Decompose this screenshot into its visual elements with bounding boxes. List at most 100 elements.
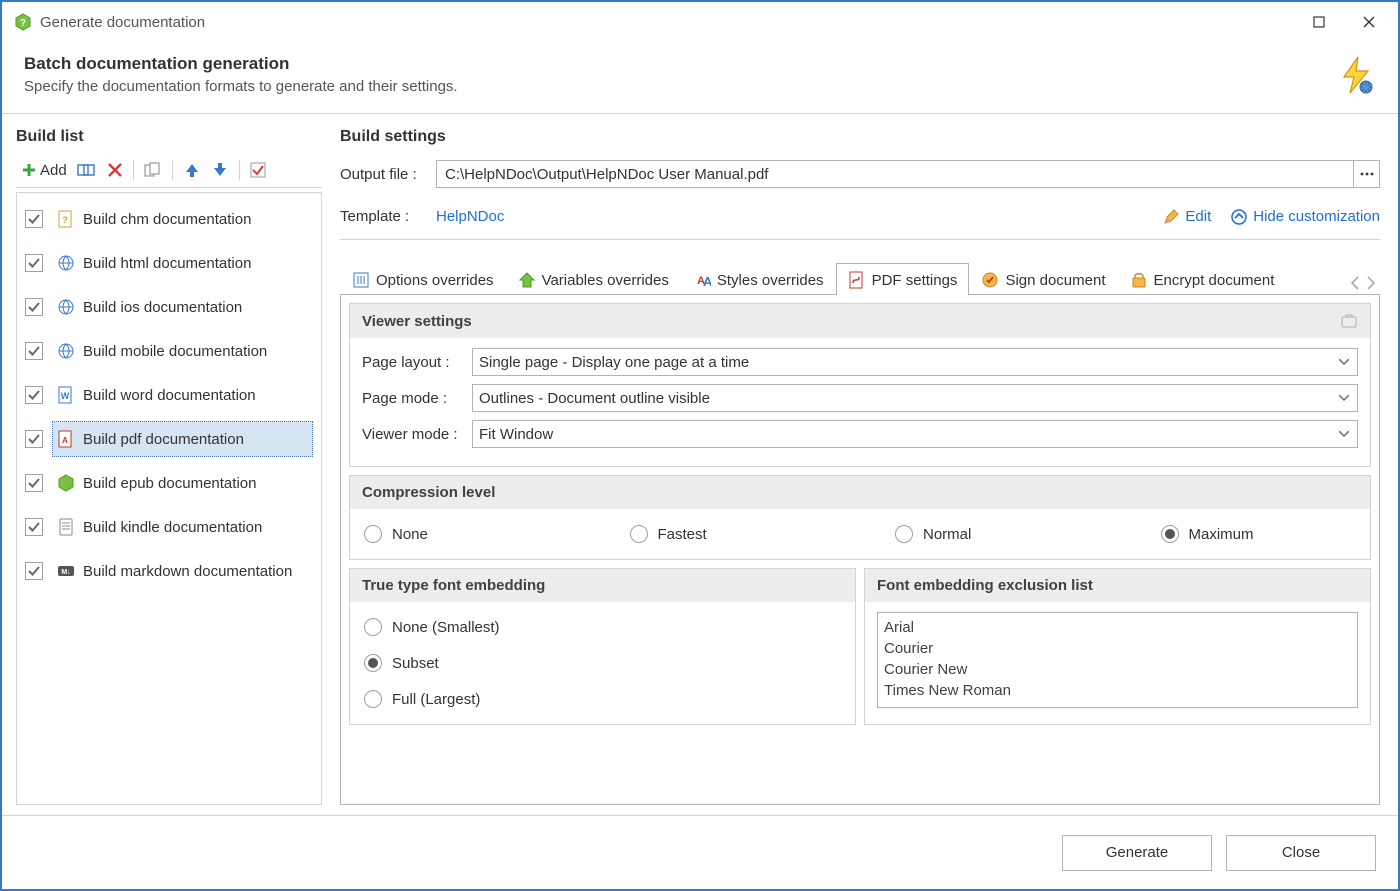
compression-radio-maximum[interactable]: Maximum [1161, 525, 1357, 543]
ios-icon [57, 298, 75, 316]
move-up-button[interactable] [180, 159, 204, 181]
font-exclusion-item[interactable]: Courier New [884, 659, 1351, 680]
build-list-row[interactable]: ABuild pdf documentation [17, 417, 321, 461]
compression-radios: None Fastest Normal Maximum [362, 519, 1358, 549]
build-checkbox[interactable] [25, 562, 43, 580]
chm-icon: ? [57, 210, 75, 228]
build-checkbox[interactable] [25, 210, 43, 228]
edit-label: Edit [1185, 208, 1211, 225]
build-list-row[interactable]: Build kindle documentation [17, 505, 321, 549]
md-icon: M↓ [57, 562, 75, 580]
tab-icon [518, 271, 536, 289]
font-exclusion-item[interactable]: Times New Roman [884, 680, 1351, 701]
build-list[interactable]: ?Build chm documentationBuild html docum… [16, 192, 322, 805]
settings-tabs: Options overrides Variables overridesAASt… [340, 262, 1380, 295]
viewer-setting-row: Page mode :Outlines - Document outline v… [362, 384, 1358, 412]
mobile-icon [57, 342, 75, 360]
tab-encrypt-document[interactable]: Encrypt document [1118, 263, 1287, 295]
font-exclusion-item[interactable]: Courier [884, 638, 1351, 659]
compression-radio-fastest[interactable]: Fastest [630, 525, 826, 543]
build-list-row[interactable]: Build mobile documentation [17, 329, 321, 373]
radio-label: None [392, 526, 428, 543]
build-list-label: Build markdown documentation [83, 563, 292, 580]
radio-label: Fastest [658, 526, 707, 543]
svg-text:M↓: M↓ [61, 569, 70, 576]
build-checkbox[interactable] [25, 386, 43, 404]
epub-icon [57, 474, 75, 492]
radio-icon [364, 618, 382, 636]
generate-button[interactable]: Generate [1062, 835, 1212, 871]
hide-customization-button[interactable]: Hide customization [1231, 208, 1380, 225]
tab-label: Options overrides [376, 272, 494, 289]
build-list-row[interactable]: Build html documentation [17, 241, 321, 285]
font-exclusion-group: Font embedding exclusion list ArialCouri… [864, 568, 1371, 725]
output-file-browse-button[interactable] [1354, 160, 1380, 188]
close-window-button[interactable] [1344, 2, 1394, 42]
toolbar-separator [133, 160, 134, 180]
viewer-setting-select[interactable]: Single page - Display one page at a time [472, 348, 1358, 376]
build-list-label: Build ios documentation [83, 299, 242, 316]
font-embed-radio[interactable]: Subset [364, 654, 841, 672]
font-embed-radio[interactable]: Full (Largest) [364, 690, 841, 708]
compression-radio-normal[interactable]: Normal [895, 525, 1091, 543]
template-link[interactable]: HelpNDoc [436, 208, 504, 225]
output-file-row: Output file : [340, 160, 1380, 188]
svg-text:W: W [61, 391, 70, 401]
check-all-button[interactable] [247, 160, 269, 180]
settings-panel-body: Viewer settings Page layout :Single page… [340, 295, 1380, 805]
tab-scroll-right[interactable] [1366, 276, 1376, 290]
kindle-icon [57, 518, 75, 536]
tab-sign-document[interactable]: Sign document [969, 263, 1117, 295]
build-checkbox[interactable] [25, 342, 43, 360]
add-label: Add [40, 162, 67, 179]
tab-variables-overrides[interactable]: Variables overrides [506, 263, 681, 295]
tab-label: Styles overrides [717, 272, 824, 289]
compression-group: Compression level NoneFastestNormalMaxim… [349, 475, 1371, 560]
build-checkbox[interactable] [25, 474, 43, 492]
tab-pdf-settings[interactable]: PDF settings [836, 263, 970, 295]
font-exclusion-item[interactable]: Arial [884, 617, 1351, 638]
build-list-row[interactable]: ?Build chm documentation [17, 197, 321, 241]
output-file-input[interactable] [436, 160, 1354, 188]
dialog-footer: Generate Close [2, 815, 1398, 889]
build-list-row[interactable]: Build epub documentation [17, 461, 321, 505]
compression-radio-none[interactable]: None [364, 525, 560, 543]
build-checkbox[interactable] [25, 298, 43, 316]
app-icon: ? [14, 13, 32, 31]
build-checkbox[interactable] [25, 430, 43, 448]
viewer-setting-label: Viewer mode : [362, 426, 472, 443]
svg-text:?: ? [62, 215, 68, 225]
tab-options-overrides[interactable]: Options overrides [340, 263, 506, 295]
viewer-setting-select[interactable]: Outlines - Document outline visible [472, 384, 1358, 412]
radio-icon [895, 525, 913, 543]
font-embed-radio[interactable]: None (Smallest) [364, 618, 841, 636]
tab-icon [981, 271, 999, 289]
move-down-button[interactable] [208, 159, 232, 181]
font-exclusion-list[interactable]: ArialCourierCourier NewTimes New Roman [877, 612, 1358, 708]
build-list-row[interactable]: WBuild word documentation [17, 373, 321, 417]
rename-build-button[interactable] [74, 160, 100, 180]
build-list-panel: Build list Add [2, 114, 328, 815]
reset-viewer-icon[interactable] [1340, 312, 1358, 330]
viewer-settings-group: Viewer settings Page layout :Single page… [349, 303, 1371, 467]
build-checkbox[interactable] [25, 254, 43, 272]
tab-styles-overrides[interactable]: AAStyles overrides [681, 263, 836, 295]
add-build-button[interactable]: Add [18, 160, 70, 181]
banner-subtitle: Specify the documentation formats to gen… [24, 78, 1336, 95]
radio-icon [364, 654, 382, 672]
build-list-row[interactable]: M↓ Build markdown documentation [17, 549, 321, 593]
viewer-setting-select[interactable]: Fit Window [472, 420, 1358, 448]
delete-build-button[interactable] [104, 160, 126, 180]
maximize-button[interactable] [1294, 2, 1344, 42]
html-icon [57, 254, 75, 272]
tab-scroll-left[interactable] [1350, 276, 1360, 290]
build-checkbox[interactable] [25, 518, 43, 536]
build-list-row[interactable]: Build ios documentation [17, 285, 321, 329]
toolbar-separator [239, 160, 240, 180]
copy-build-button[interactable] [141, 160, 165, 180]
template-row: Template : HelpNDoc Edit Hide customizat… [340, 200, 1380, 240]
build-list-label: Build mobile documentation [83, 343, 267, 360]
edit-template-button[interactable]: Edit [1163, 208, 1211, 225]
font-exclusion-title: Font embedding exclusion list [877, 577, 1093, 594]
close-button[interactable]: Close [1226, 835, 1376, 871]
